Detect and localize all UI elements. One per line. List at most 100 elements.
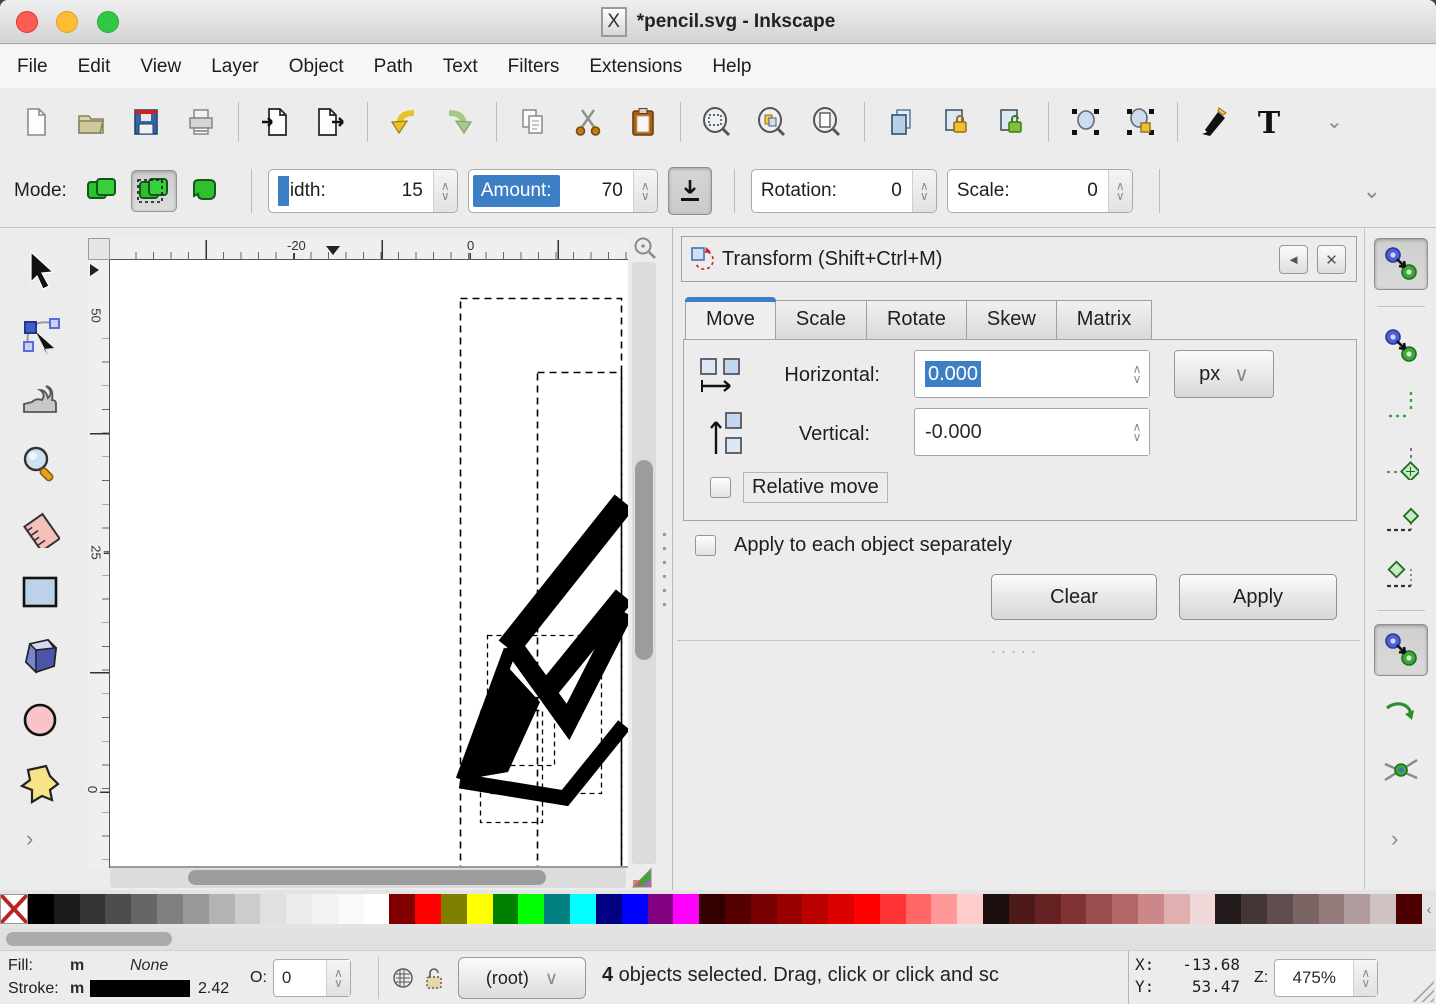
opacity-value[interactable]: 0: [274, 968, 326, 988]
scrollbar-thumb[interactable]: [188, 870, 546, 885]
opacity-spinbox[interactable]: 0 ∧∨: [273, 959, 351, 997]
rotation-spinbox[interactable]: Rotation: 0 ∧∨: [751, 169, 937, 213]
palette-swatch[interactable]: [389, 894, 415, 924]
ungroup-button[interactable]: [1118, 100, 1162, 144]
palette-swatch[interactable]: [131, 894, 157, 924]
palette-swatch[interactable]: [235, 894, 261, 924]
amount-spinner[interactable]: ∧∨: [633, 170, 657, 212]
width-spinbox[interactable]: idth: 15 ∧∨: [268, 169, 458, 213]
menu-layer[interactable]: Layer: [196, 48, 274, 86]
tool-zoom[interactable]: [14, 438, 66, 490]
palette-swatch[interactable]: [312, 894, 338, 924]
cut-button[interactable]: [566, 100, 610, 144]
scrollbar-thumb[interactable]: [6, 932, 172, 946]
palette-swatch[interactable]: [54, 894, 80, 924]
tool-rectangle[interactable]: [14, 566, 66, 618]
unlink-clone-button[interactable]: [989, 100, 1033, 144]
palette-swatch[interactable]: [1009, 894, 1035, 924]
horizontal-value[interactable]: 0.000: [915, 363, 1125, 386]
current-layer-dropdown[interactable]: (root)∨: [458, 957, 586, 999]
zoom-selection-button[interactable]: [695, 100, 739, 144]
tool-3dbox[interactable]: [14, 630, 66, 682]
palette-swatch[interactable]: [699, 894, 725, 924]
splitter-grip[interactable]: [663, 533, 666, 613]
tweak-mode-move-button[interactable]: [79, 170, 125, 212]
palette-swatch[interactable]: [1319, 894, 1345, 924]
menu-path[interactable]: Path: [359, 48, 428, 86]
snap-bbox-edge-midpoints-button[interactable]: [1374, 492, 1428, 544]
width-value[interactable]: 15: [326, 180, 433, 202]
window-resize-grip[interactable]: [1412, 980, 1434, 1002]
palette-swatch[interactable]: [751, 894, 777, 924]
color-managed-view-icon[interactable]: [630, 866, 654, 890]
vertical-spinner[interactable]: ∧∨: [1125, 409, 1149, 455]
zoom-value[interactable]: 475%: [1275, 968, 1353, 988]
apply-button[interactable]: Apply: [1179, 574, 1337, 620]
export-button[interactable]: [308, 100, 352, 144]
tool-ellipse[interactable]: [14, 694, 66, 746]
palette-swatch[interactable]: [570, 894, 596, 924]
menu-text[interactable]: Text: [428, 48, 493, 86]
canvas-horizontal-scrollbar[interactable]: [110, 868, 626, 888]
clear-button[interactable]: Clear: [991, 574, 1157, 620]
zoom-spinner[interactable]: ∧∨: [1353, 960, 1377, 996]
palette-swatch[interactable]: [441, 894, 467, 924]
create-clone-button[interactable]: [934, 100, 978, 144]
palette-swatch[interactable]: [802, 894, 828, 924]
tool-node-editor[interactable]: [14, 310, 66, 362]
menu-extensions[interactable]: Extensions: [574, 48, 697, 86]
snap-enable-button[interactable]: [1374, 238, 1428, 290]
fill-value[interactable]: None: [130, 957, 168, 975]
snap-bbox-centers-button[interactable]: [1374, 548, 1428, 600]
palette-scrollbar[interactable]: [0, 928, 1436, 950]
palette-swatch[interactable]: [1344, 894, 1370, 924]
layer-lock-toggle[interactable]: [424, 966, 444, 995]
relative-move-checkbox[interactable]: [710, 477, 731, 498]
menu-view[interactable]: View: [125, 48, 196, 86]
palette-swatch[interactable]: [260, 894, 286, 924]
vertical-input[interactable]: -0.000 ∧∨: [914, 408, 1150, 456]
palette-swatch[interactable]: [931, 894, 957, 924]
snap-path-intersections-button[interactable]: [1374, 744, 1428, 796]
tab-matrix[interactable]: Matrix: [1057, 300, 1152, 340]
horizontal-input[interactable]: 0.000 ∧∨: [914, 350, 1150, 398]
tool-star[interactable]: [14, 758, 66, 810]
palette-swatch[interactable]: [80, 894, 106, 924]
group-button[interactable]: [1063, 100, 1107, 144]
menu-file[interactable]: File: [2, 48, 63, 86]
fill-stroke-indicator[interactable]: Fill: m None Stroke: m 2.42: [8, 954, 229, 1000]
tweak-mode-jitter-button[interactable]: [183, 170, 229, 212]
palette-swatch[interactable]: [725, 894, 751, 924]
dialog-undock-button[interactable]: ◄: [1279, 245, 1308, 274]
width-spinner[interactable]: ∧∨: [433, 170, 457, 212]
spin-down-icon[interactable]: ∨: [334, 978, 343, 988]
palette-swatch[interactable]: [1164, 894, 1190, 924]
palette-swatch[interactable]: [209, 894, 235, 924]
tool-selector[interactable]: [14, 244, 66, 296]
snap-bbox-button[interactable]: [1374, 320, 1428, 372]
palette-swatch[interactable]: [983, 894, 1009, 924]
duplicate-button[interactable]: [879, 100, 923, 144]
tool-tweak[interactable]: [14, 374, 66, 426]
palette-swatch-none[interactable]: [0, 894, 28, 924]
open-document-button[interactable]: [69, 100, 113, 144]
palette-swatch[interactable]: [493, 894, 519, 924]
spin-down-icon[interactable]: ∨: [1133, 432, 1142, 442]
horizontal-spinner[interactable]: ∧∨: [1125, 351, 1149, 397]
import-button[interactable]: [253, 100, 297, 144]
rotation-spinner[interactable]: ∧∨: [912, 170, 936, 212]
palette-swatch[interactable]: [1086, 894, 1112, 924]
palette-swatch[interactable]: [157, 894, 183, 924]
redo-button[interactable]: [437, 100, 481, 144]
menu-edit[interactable]: Edit: [63, 48, 126, 86]
menu-help[interactable]: Help: [697, 48, 766, 86]
spin-down-icon[interactable]: ∨: [1116, 191, 1125, 201]
palette-swatch[interactable]: [1396, 894, 1422, 924]
print-button[interactable]: [179, 100, 223, 144]
palette-swatch[interactable]: [596, 894, 622, 924]
palette-swatch[interactable]: [957, 894, 983, 924]
text-dialog-button[interactable]: T: [1247, 100, 1291, 144]
zoom-drawing-button[interactable]: [750, 100, 794, 144]
zoom-page-button[interactable]: [805, 100, 849, 144]
tool-measure[interactable]: [14, 502, 66, 554]
